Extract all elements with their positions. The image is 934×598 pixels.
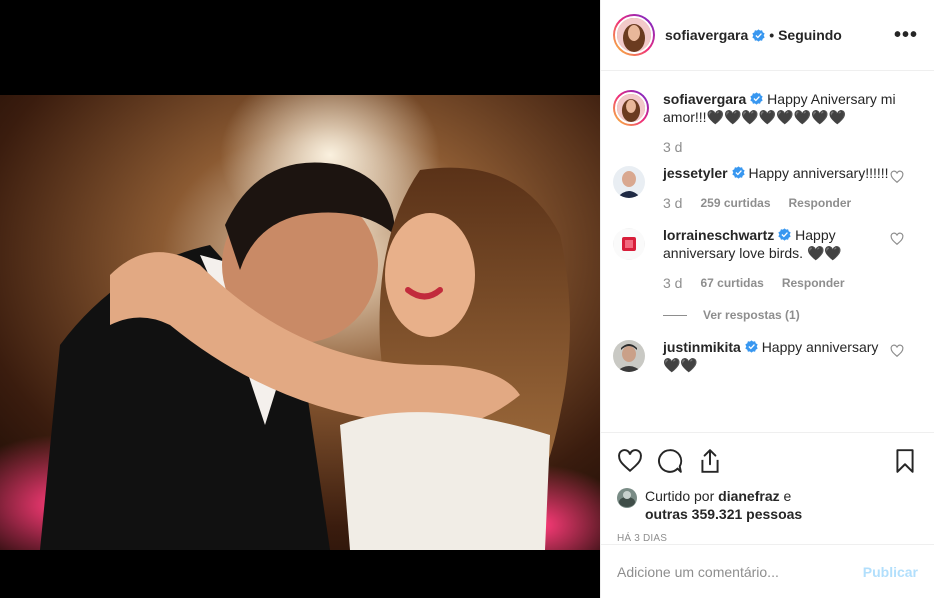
follow-status-button[interactable]: • Seguindo xyxy=(769,27,842,43)
post-sidebar: sofiavergara • Seguindo ••• sofiavergara… xyxy=(600,0,934,598)
verified-badge-icon xyxy=(745,340,758,353)
verified-badge-icon xyxy=(731,166,745,179)
comments-list[interactable]: sofiavergara Happy Aniversary mi amor!!!… xyxy=(601,72,934,432)
liker-avatar[interactable] xyxy=(617,488,637,508)
view-replies-label: Ver respostas (1) xyxy=(703,308,800,322)
share-icon[interactable] xyxy=(697,448,723,474)
bookmark-icon[interactable] xyxy=(892,448,918,474)
comment-input[interactable] xyxy=(617,563,863,580)
caption-avatar[interactable] xyxy=(613,90,649,126)
post-actions: Curtido por dianefraz e outras 359.321 p… xyxy=(601,432,934,544)
comment-text: Happy anniversary!!!!!! xyxy=(748,165,889,181)
post-date[interactable]: HÁ 3 DIAS xyxy=(617,533,918,544)
like-comment-heart-icon[interactable] xyxy=(890,232,904,246)
caption-username[interactable]: sofiavergara xyxy=(663,91,746,107)
commenter-avatar[interactable] xyxy=(613,228,645,260)
likes-summary: Curtido por dianefraz e outras 359.321 p… xyxy=(617,487,918,523)
comment-username[interactable]: lorraineschwartz xyxy=(663,227,774,243)
view-replies-button[interactable]: Ver respostas (1) xyxy=(663,306,895,324)
publish-button[interactable]: Publicar xyxy=(863,564,918,580)
post-header: sofiavergara • Seguindo ••• xyxy=(601,0,934,71)
comment-bubble-icon[interactable] xyxy=(657,448,683,474)
verified-badge-icon xyxy=(778,228,791,241)
commenter-avatar[interactable] xyxy=(613,340,645,372)
liked-by-others[interactable]: outras 359.321 pessoas xyxy=(645,506,802,522)
post-photo[interactable] xyxy=(0,95,600,550)
comment-item: jessetyler Happy anniversary!!!!!! 3 d 2… xyxy=(613,164,918,212)
comment-composer: Publicar xyxy=(601,544,934,598)
comment-item: justinmikita Happy anniversary 🖤🖤 xyxy=(613,338,918,374)
liked-by-and: e xyxy=(783,488,792,504)
author-username[interactable]: sofiavergara xyxy=(665,27,748,43)
replies-divider xyxy=(663,314,687,316)
reply-button[interactable]: Responder xyxy=(789,194,852,212)
liked-by-user[interactable]: dianefraz xyxy=(718,488,779,504)
verified-badge-icon xyxy=(750,92,763,105)
commenter-avatar[interactable] xyxy=(613,166,645,198)
author-avatar[interactable] xyxy=(613,14,655,56)
post-media[interactable] xyxy=(0,0,600,598)
comment-time[interactable]: 3 d xyxy=(663,194,682,212)
comment-item: lorraineschwartz Happy anniversary love … xyxy=(613,226,918,324)
comment-username[interactable]: jessetyler xyxy=(663,165,728,181)
comment-time[interactable]: 3 d xyxy=(663,274,682,292)
liked-by-prefix: Curtido por xyxy=(645,488,715,504)
more-dots-icon[interactable]: ••• xyxy=(894,25,918,45)
like-heart-icon[interactable] xyxy=(617,448,643,474)
like-comment-heart-icon[interactable] xyxy=(890,170,904,184)
post-caption: sofiavergara Happy Aniversary mi amor!!!… xyxy=(613,90,918,156)
comment-likes[interactable]: 67 curtidas xyxy=(700,274,763,292)
comment-username[interactable]: justinmikita xyxy=(663,339,741,355)
reply-button[interactable]: Responder xyxy=(782,274,845,292)
verified-badge-icon xyxy=(752,28,765,42)
like-comment-heart-icon[interactable] xyxy=(890,344,904,358)
caption-time[interactable]: 3 d xyxy=(663,138,682,156)
comment-likes[interactable]: 259 curtidas xyxy=(700,194,770,212)
